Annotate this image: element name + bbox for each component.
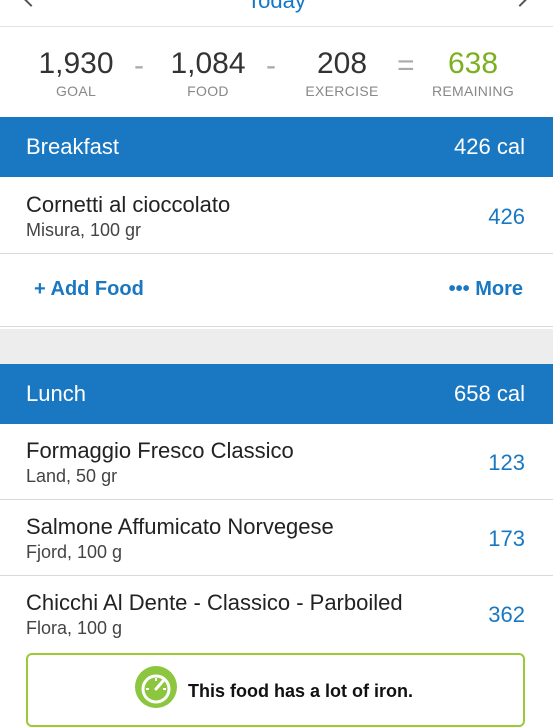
breakfast-calories: 426 cal [454,134,525,159]
food-column: 1,084 FOOD [160,45,256,99]
exercise-label: EXERCISE [305,83,379,99]
food-entry-row[interactable]: Cornetti al cioccolato Misura, 100 gr 42… [0,178,553,254]
food-name: Formaggio Fresco Classico [26,438,294,463]
food-value: 1,084 [170,47,246,80]
minus-operator: - [134,49,144,82]
food-name: Chicchi Al Dente - Classico - Parboiled [26,590,403,615]
remaining-value: 638 [447,47,499,80]
food-calories: 123 [488,450,525,475]
food-label: FOOD [187,83,229,99]
exercise-value: 208 [316,47,368,80]
food-entry-row[interactable]: Chicchi Al Dente - Classico - Parboiled … [0,576,553,651]
food-description: Misura, 100 gr [26,220,142,240]
food-name: Salmone Affumicato Norvegese [26,514,334,539]
remaining-column: 638 REMAINING [426,45,520,99]
food-description: Flora, 100 g [26,618,123,638]
lunch-header[interactable]: Lunch 658 cal [0,364,553,424]
goal-value: 1,930 [38,47,114,80]
goal-column: 1,930 GOAL [28,45,124,99]
calorie-summary: 1,930 GOAL - 1,084 FOOD - 208 EXERCISE =… [0,27,553,117]
gauge-icon [135,666,177,708]
nutrition-tip: This food has a lot of iron. [26,653,525,727]
breakfast-title: Breakfast [26,134,119,159]
food-name: Cornetti al cioccolato [26,192,231,217]
food-description: Fjord, 100 g [26,542,123,562]
lunch-calories: 658 cal [454,381,525,406]
equals-operator: = [397,49,415,82]
remaining-label: REMAINING [431,83,515,99]
add-food-button[interactable]: + Add Food [34,278,144,301]
food-entry-row[interactable]: Formaggio Fresco Classico Land, 50 gr 12… [0,424,553,500]
lunch-title: Lunch [26,381,86,406]
breakfast-header[interactable]: Breakfast 426 cal [0,117,553,177]
food-calories: 426 [488,204,525,229]
date-nav-bar: Today [0,0,553,27]
tip-text: This food has a lot of iron. [188,681,413,701]
exercise-column: 208 EXERCISE [296,45,388,99]
goal-label: GOAL [55,83,97,99]
date-title[interactable]: Today [0,0,553,14]
food-calories: 362 [488,602,525,627]
food-description: Land, 50 gr [26,466,118,486]
minus-operator: - [266,49,276,82]
food-entry-row[interactable]: Salmone Affumicato Norvegese Fjord, 100 … [0,500,553,576]
breakfast-actions: + Add Food ••• More [0,254,553,327]
section-divider [0,329,553,366]
food-calories: 173 [488,526,525,551]
more-button[interactable]: ••• More [449,278,523,301]
